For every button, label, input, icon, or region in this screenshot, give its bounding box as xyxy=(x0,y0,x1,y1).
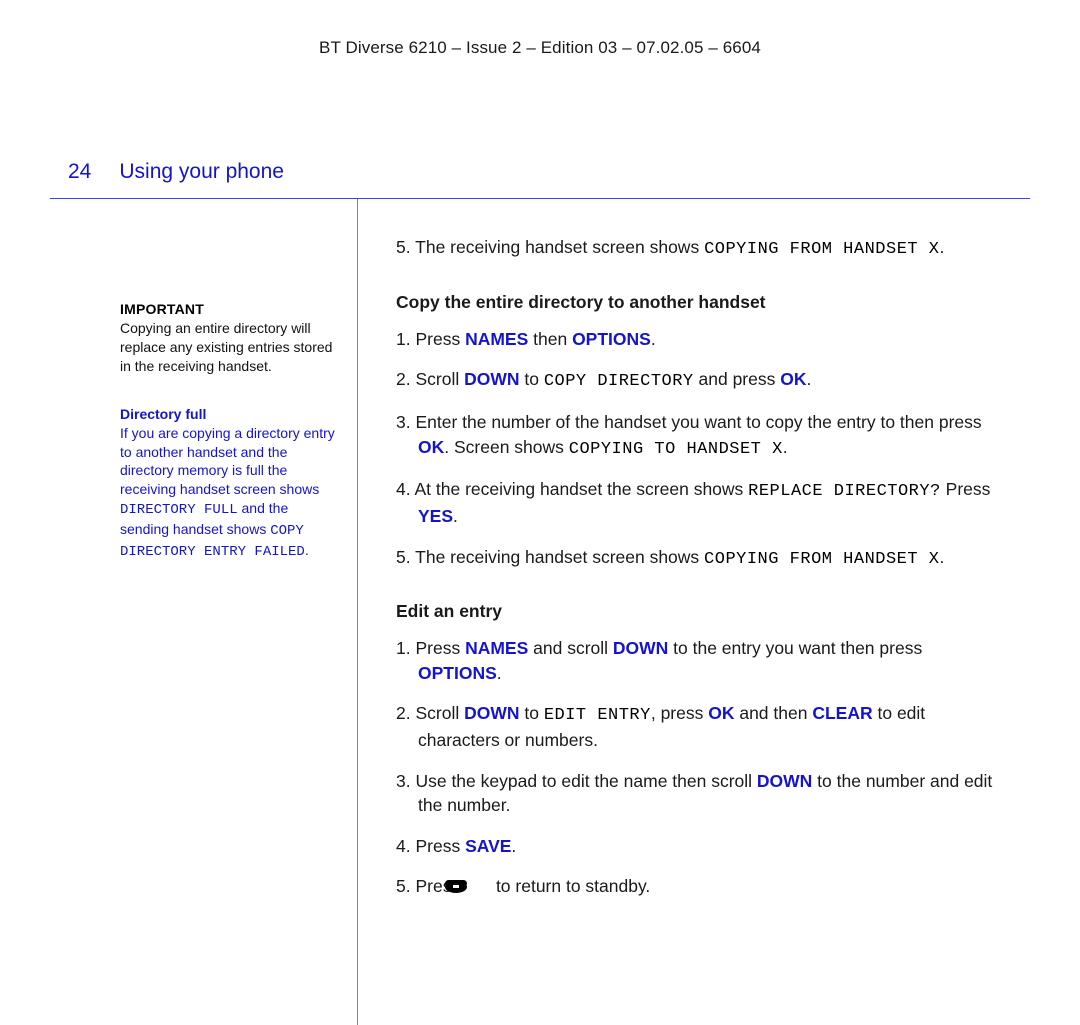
text: and press xyxy=(694,369,781,389)
text: 4. Press xyxy=(396,836,465,856)
text: The receiving handset screen shows xyxy=(415,237,704,257)
step-item: 1. Press NAMES and scroll DOWN to the en… xyxy=(396,636,1000,685)
button-label-down: DOWN xyxy=(464,369,519,389)
text: . xyxy=(497,663,502,683)
text: 1. Press xyxy=(396,638,465,658)
step-item: 5. The receiving handset screen shows CO… xyxy=(396,235,1000,262)
button-label-ok: OK xyxy=(780,369,806,389)
text: . xyxy=(511,836,516,856)
lcd-text: DIRECTORY FULL xyxy=(120,502,238,518)
lcd-text: COPYING TO HANDSET X xyxy=(569,440,783,459)
step-item: 2. Scroll DOWN to EDIT ENTRY, press OK a… xyxy=(396,701,1000,752)
button-label-yes: YES xyxy=(418,506,453,526)
text: and then xyxy=(734,703,812,723)
text: . xyxy=(940,237,945,257)
subheading: Copy the entire directory to another han… xyxy=(396,292,1000,313)
button-label-ok: OK xyxy=(708,703,734,723)
lcd-text: COPYING FROM HANDSET X xyxy=(704,240,939,259)
text: , press xyxy=(651,703,708,723)
text: . Screen shows xyxy=(444,437,569,457)
button-label-save: SAVE xyxy=(465,836,511,856)
text: If you are copying a directory entry to … xyxy=(120,425,335,498)
two-column-layout: IMPORTANT Copying an entire directory wi… xyxy=(50,199,1030,1025)
text: to xyxy=(519,703,543,723)
text: and scroll xyxy=(528,638,613,658)
step-item: 3. Enter the number of the handset you w… xyxy=(396,410,1000,461)
step-item: 4. At the receiving handset the screen s… xyxy=(396,477,1000,528)
text: 3. Use the keypad to edit the name then … xyxy=(396,771,757,791)
text: 5. The receiving handset screen shows xyxy=(396,547,704,567)
text: . xyxy=(453,506,458,526)
title-row: 24 Using your phone xyxy=(50,70,1030,199)
page-title: Using your phone xyxy=(119,160,284,184)
sidebar: IMPORTANT Copying an entire directory wi… xyxy=(50,199,358,1025)
sidebar-note-important: IMPORTANT Copying an entire directory wi… xyxy=(120,301,335,376)
button-label-down: DOWN xyxy=(613,638,668,658)
sidebar-heading: Directory full xyxy=(120,406,335,422)
button-label-down: DOWN xyxy=(757,771,812,791)
lcd-text: COPYING FROM HANDSET X xyxy=(704,550,939,569)
text: 1. Press xyxy=(396,329,465,349)
step-item: 1. Press NAMES then OPTIONS. xyxy=(396,327,1000,352)
text: 2. Scroll xyxy=(396,369,464,389)
button-label-clear: CLEAR xyxy=(812,703,872,723)
text: 4. At the receiving handset the screen s… xyxy=(396,479,748,499)
text: . xyxy=(651,329,656,349)
button-label-names: NAMES xyxy=(465,329,528,349)
step-item: 5. The receiving handset screen shows CO… xyxy=(396,545,1000,572)
text: 3. Enter the number of the handset you w… xyxy=(396,412,982,432)
page-container: BT Diverse 6210 – Issue 2 – Edition 03 –… xyxy=(50,0,1030,1025)
page-number: 24 xyxy=(68,160,91,184)
text: . xyxy=(305,542,309,558)
sidebar-body: If you are copying a directory entry to … xyxy=(120,424,335,562)
button-label-options: OPTIONS xyxy=(572,329,651,349)
step-item: 2. Scroll DOWN to COPY DIRECTORY and pre… xyxy=(396,367,1000,394)
sidebar-heading: IMPORTANT xyxy=(120,301,335,317)
lcd-text: REPLACE DIRECTORY? xyxy=(748,482,941,501)
text: then xyxy=(528,329,572,349)
lcd-text: EDIT ENTRY xyxy=(544,706,651,725)
sidebar-note-directory-full: Directory full If you are copying a dire… xyxy=(120,406,335,562)
text: . xyxy=(939,547,944,567)
lcd-text: COPY DIRECTORY xyxy=(544,372,694,391)
button-label-down: DOWN xyxy=(464,703,519,723)
text: to return to standby. xyxy=(496,876,650,896)
sidebar-body: Copying an entire directory will replace… xyxy=(120,319,335,376)
step-item: 3. Use the keypad to edit the name then … xyxy=(396,769,1000,818)
text: to the entry you want then press xyxy=(668,638,922,658)
button-label-ok: OK xyxy=(418,437,444,457)
subheading: Edit an entry xyxy=(396,601,1000,622)
main-content: 5. The receiving handset screen shows CO… xyxy=(358,199,1030,1025)
phone-hangup-icon xyxy=(465,877,491,895)
text: to xyxy=(519,369,543,389)
text: Press xyxy=(941,479,991,499)
button-label-options: OPTIONS xyxy=(418,663,497,683)
button-label-names: NAMES xyxy=(465,638,528,658)
step-item: 5. Press to return to standby. xyxy=(396,874,1000,899)
text: . xyxy=(806,369,811,389)
step-item: 4. Press SAVE. xyxy=(396,834,1000,859)
document-header: BT Diverse 6210 – Issue 2 – Edition 03 –… xyxy=(50,30,1030,70)
text: . xyxy=(783,437,788,457)
step-num: 5. xyxy=(396,237,411,257)
text: 2. Scroll xyxy=(396,703,464,723)
